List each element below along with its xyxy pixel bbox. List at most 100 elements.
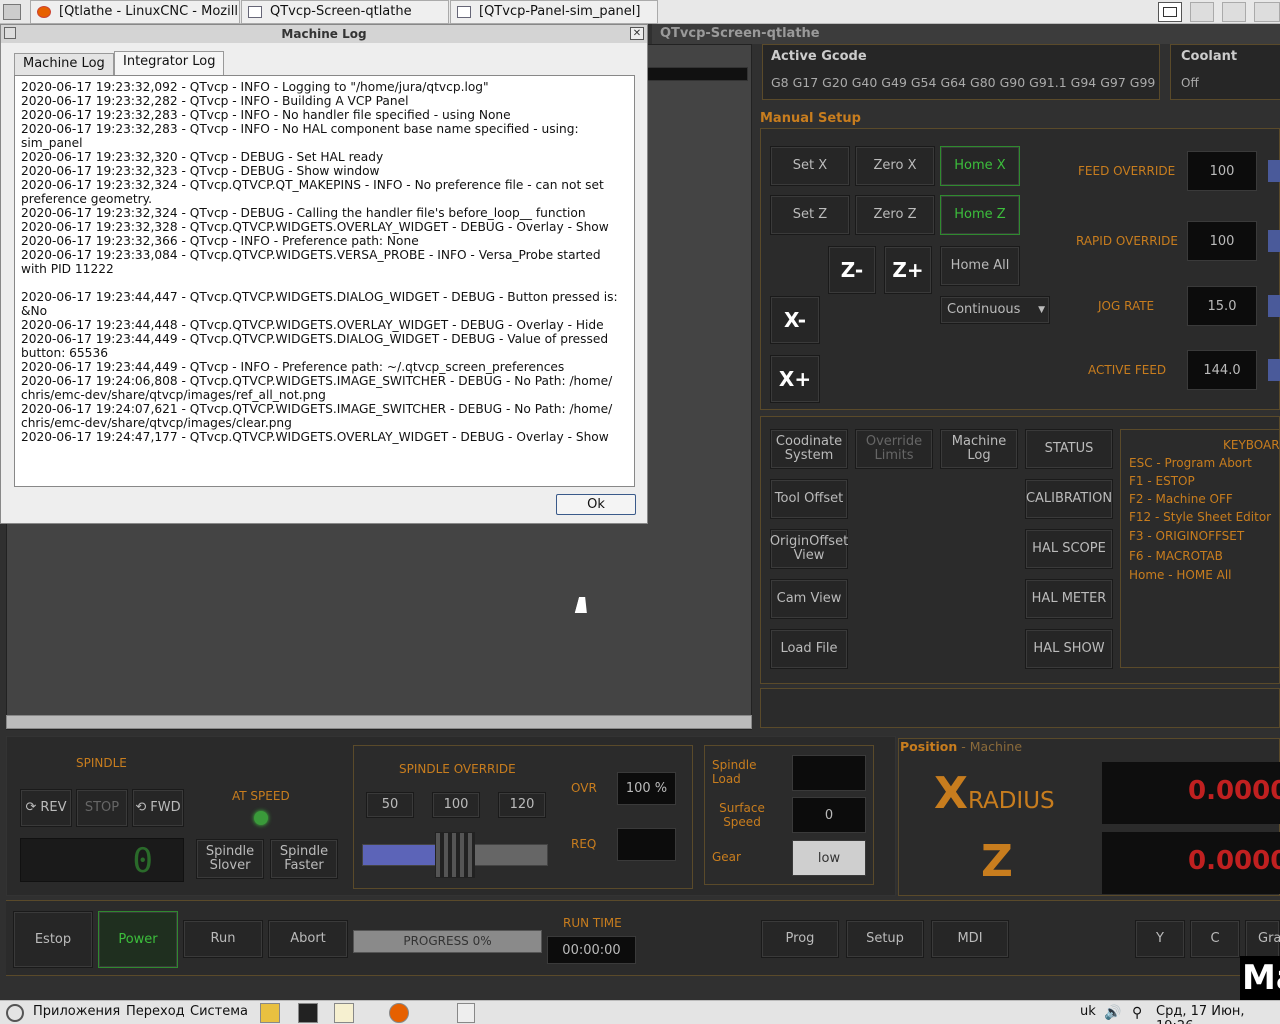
gnome-foot-icon[interactable] bbox=[6, 1004, 24, 1022]
spindle-100-button[interactable]: 100 bbox=[432, 792, 480, 818]
zero-z-button[interactable]: Zero Z bbox=[855, 195, 935, 235]
network-icon[interactable]: ⚲ bbox=[1132, 1005, 1142, 1021]
hal-scope-button[interactable]: HAL SCOPE bbox=[1025, 529, 1113, 569]
run-button[interactable]: Run bbox=[183, 920, 263, 958]
estop-button[interactable]: Estop bbox=[13, 911, 93, 968]
coolant-title: Coolant bbox=[1181, 49, 1238, 64]
horizontal-scrollbar[interactable] bbox=[6, 715, 752, 729]
abort-button[interactable]: Abort bbox=[268, 920, 348, 958]
home-x-button[interactable]: Home X bbox=[940, 146, 1020, 186]
hal-meter-button[interactable]: HAL METER bbox=[1025, 579, 1113, 619]
window-menu-icon[interactable] bbox=[4, 27, 16, 39]
power-button[interactable]: Power bbox=[98, 911, 178, 968]
req-value bbox=[617, 828, 676, 861]
spindle-slower-button[interactable]: Spindle Slover bbox=[196, 839, 264, 879]
menu-applications[interactable]: Приложения bbox=[33, 1004, 120, 1019]
graphics-button[interactable]: Gra bbox=[1245, 920, 1280, 958]
origin-offset-button[interactable]: OriginOffset View bbox=[770, 529, 848, 569]
spindle-stop-button[interactable]: STOP bbox=[76, 789, 128, 827]
jog-mode-select[interactable]: Continuous ▼ bbox=[940, 296, 1050, 324]
volume-icon[interactable]: 🔊 bbox=[1104, 1005, 1121, 1021]
machine-log-dialog: Machine Log ✕ Machine Log Integrator Log… bbox=[0, 24, 648, 524]
firefox-icon[interactable] bbox=[389, 1003, 409, 1023]
calibration-button[interactable]: CALIBRATION bbox=[1025, 479, 1113, 519]
machine-log-button[interactable]: Machine Log bbox=[940, 429, 1018, 469]
jog-z-minus-button[interactable]: Z- bbox=[828, 246, 876, 294]
jog-rate-slider[interactable] bbox=[1268, 295, 1280, 317]
feed-override-slider[interactable] bbox=[1268, 160, 1280, 182]
set-x-button[interactable]: Set X bbox=[770, 146, 850, 186]
spindle-fwd-button[interactable]: ⟲ FWD bbox=[132, 789, 184, 827]
set-z-button[interactable]: Set Z bbox=[770, 195, 850, 235]
slider-handle[interactable] bbox=[435, 832, 475, 878]
jog-x-minus-button[interactable]: X- bbox=[770, 296, 820, 344]
jog-rate-value: 15.0 bbox=[1187, 286, 1257, 326]
rotate-ccw-icon: ⟳ bbox=[25, 800, 37, 815]
home-all-button[interactable]: Home All bbox=[940, 246, 1020, 286]
status-button[interactable]: STATUS bbox=[1025, 429, 1113, 469]
feed-override-label: FEED OVERRIDE bbox=[1078, 164, 1176, 178]
slider-fill bbox=[363, 845, 437, 865]
keyboard-item: ESC - Program Abort bbox=[1129, 456, 1252, 470]
workspace-2[interactable] bbox=[1190, 2, 1214, 22]
workspace-1[interactable] bbox=[1158, 2, 1182, 22]
home-z-button[interactable]: Home Z bbox=[940, 195, 1020, 235]
tab-integrator-log[interactable]: Integrator Log bbox=[114, 51, 225, 75]
show-desktop-icon[interactable] bbox=[457, 1003, 475, 1023]
zero-x-button[interactable]: Zero X bbox=[855, 146, 935, 186]
spindle-title: SPINDLE bbox=[76, 756, 127, 770]
tab-machine-log[interactable]: Machine Log bbox=[14, 53, 114, 75]
hal-show-button[interactable]: HAL SHOW bbox=[1025, 629, 1113, 669]
taskbar-tab-qtlathe[interactable]: QTvcp-Screen-qtlathe bbox=[241, 0, 449, 24]
jog-x-plus-button[interactable]: X+ bbox=[770, 355, 820, 403]
spindle-rev-button[interactable]: ⟳ REV bbox=[20, 789, 72, 827]
active-feed-slider[interactable] bbox=[1268, 359, 1280, 381]
workspace-3[interactable] bbox=[1222, 2, 1246, 22]
override-limits-button[interactable]: Override Limits bbox=[855, 429, 933, 469]
spindle-50-button[interactable]: 50 bbox=[366, 792, 414, 818]
ok-button[interactable]: Ok bbox=[556, 494, 636, 515]
jog-z-plus-button[interactable]: Z+ bbox=[884, 246, 932, 294]
prog-tab-button[interactable]: Prog bbox=[761, 920, 839, 958]
c-button[interactable]: C bbox=[1190, 920, 1240, 958]
text-editor-icon[interactable] bbox=[334, 1003, 354, 1023]
mdi-tab-button[interactable]: MDI bbox=[931, 920, 1009, 958]
tool-offset-button[interactable]: Tool Offset bbox=[770, 479, 848, 519]
preview-progress-bar bbox=[646, 67, 748, 81]
rapid-override-slider[interactable] bbox=[1268, 230, 1280, 252]
terminal-icon[interactable] bbox=[298, 1003, 318, 1023]
log-text-area[interactable]: 2020-06-17 19:23:32,092 - QTvcp - INFO -… bbox=[14, 75, 635, 487]
spindle-load-label: Spindle Load bbox=[712, 758, 757, 786]
taskbar-tab-sim-panel[interactable]: [QTvcp-Panel-sim_panel] bbox=[450, 0, 658, 24]
cam-view-button[interactable]: Cam View bbox=[770, 579, 848, 619]
setup-tab-button[interactable]: Setup bbox=[846, 920, 924, 958]
system-taskbar: Приложения Переход Система uk 🔊 ⚲ Срд, 1… bbox=[0, 1000, 1280, 1024]
coolant-panel: Coolant Off bbox=[1170, 44, 1280, 100]
coord-system-button[interactable]: Coodinate System bbox=[770, 429, 848, 469]
window-icon bbox=[457, 6, 471, 18]
linux-tux-icon[interactable] bbox=[260, 1003, 280, 1023]
load-file-button[interactable]: Load File bbox=[770, 629, 848, 669]
keyboard-item: F3 - ORIGINOFFSET bbox=[1129, 529, 1245, 543]
spindle-120-button[interactable]: 120 bbox=[498, 792, 546, 818]
keyboard-layout[interactable]: uk bbox=[1080, 1004, 1096, 1019]
progress-bar: PROGRESS 0% bbox=[353, 930, 542, 953]
spindle-faster-button[interactable]: Spindle Faster bbox=[270, 839, 338, 879]
menu-places[interactable]: Переход bbox=[126, 1004, 185, 1019]
spindle-override-title: SPINDLE OVERRIDE bbox=[399, 762, 516, 776]
workspace-4[interactable] bbox=[1254, 2, 1280, 22]
surface-speed-value: 0 bbox=[792, 797, 866, 833]
taskbar-tab-firefox[interactable]: [Qtlathe - LinuxCNC - Mozill... bbox=[30, 0, 240, 24]
z-axis-label: Z bbox=[981, 836, 1013, 887]
x-position-display: 0.0000 bbox=[1102, 762, 1280, 824]
at-speed-label: AT SPEED bbox=[232, 789, 290, 803]
firefox-icon bbox=[37, 6, 51, 18]
menu-system[interactable]: Система bbox=[190, 1004, 248, 1019]
active-gcode-value: G8 G17 G20 G40 G49 G54 G64 G80 G90 G91.1… bbox=[771, 75, 1156, 90]
clock[interactable]: Срд, 17 Июн, 19:26 bbox=[1156, 1004, 1280, 1024]
close-icon[interactable]: ✕ bbox=[630, 27, 644, 40]
keyboard-item: F12 - Style Sheet Editor bbox=[1129, 510, 1272, 524]
keyboard-item: F2 - Machine OFF bbox=[1129, 492, 1233, 506]
y-button[interactable]: Y bbox=[1135, 920, 1185, 958]
app-menu-icon[interactable] bbox=[3, 4, 21, 20]
